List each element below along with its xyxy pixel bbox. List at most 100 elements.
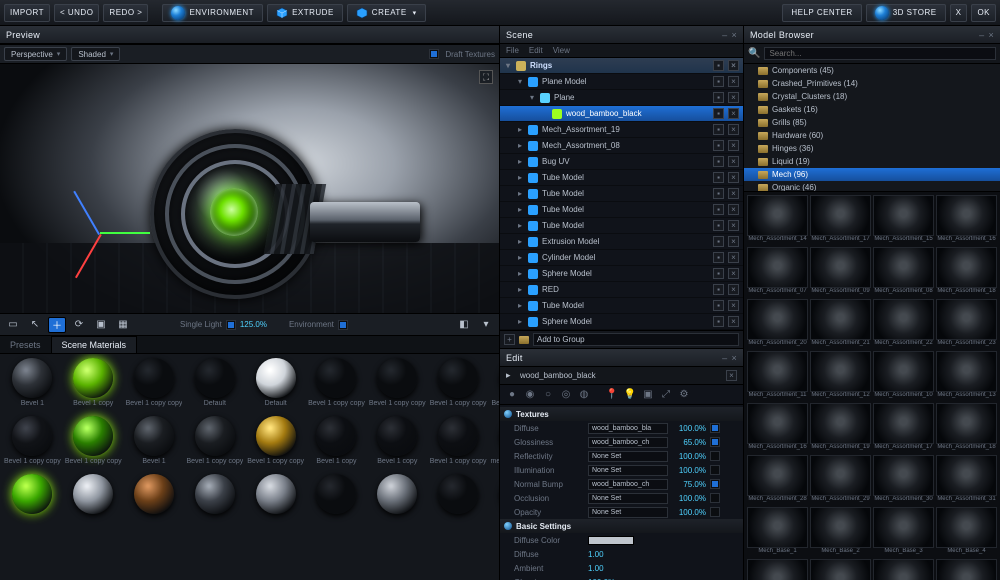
material-swatch[interactable]: Default bbox=[186, 358, 243, 412]
edit-close-icon[interactable]: × bbox=[731, 353, 737, 363]
rotate-tool-icon[interactable]: ⟳ bbox=[70, 317, 88, 333]
model-thumbnail[interactable]: Mech_Assortment_17 bbox=[810, 195, 871, 245]
material-swatch[interactable]: Bevel 1 copy copy bbox=[369, 358, 426, 412]
add-group-input[interactable] bbox=[533, 333, 739, 346]
model-thumbnail[interactable]: Mech_Base_1 bbox=[747, 507, 808, 557]
toggle-icon[interactable]: ▸ bbox=[516, 253, 524, 262]
row-visibility-icon[interactable]: ▪ bbox=[713, 316, 724, 327]
extrude-button[interactable]: EXTRUDE bbox=[267, 4, 343, 22]
material-swatch[interactable]: Bevel 1 copy bbox=[369, 416, 426, 470]
select-tool-icon[interactable]: ▭ bbox=[4, 317, 22, 333]
model-thumbnail[interactable]: Mech_Assortment_09 bbox=[810, 247, 871, 297]
model-thumbnail[interactable]: Mech_Assortment_28 bbox=[747, 455, 808, 505]
single-light-checkbox[interactable] bbox=[226, 320, 236, 330]
section-header[interactable]: Basic Settings bbox=[500, 519, 743, 533]
redo-button[interactable]: REDO > bbox=[103, 4, 148, 22]
model-thumbnail[interactable]: Mech_Assortment_12 bbox=[810, 351, 871, 401]
property-checkbox[interactable] bbox=[710, 479, 720, 489]
color-swatch[interactable] bbox=[588, 536, 634, 545]
row-delete-icon[interactable]: × bbox=[728, 268, 739, 279]
property-checkbox[interactable] bbox=[710, 493, 720, 503]
property-value-field[interactable]: None Set bbox=[588, 507, 668, 518]
row-delete-icon[interactable]: × bbox=[728, 300, 739, 311]
material-swatch[interactable]: Bevel 1 copy copy bbox=[126, 358, 183, 412]
folder-row[interactable]: Gaskets (16) bbox=[744, 103, 1000, 116]
folder-row[interactable]: Hardware (60) bbox=[744, 129, 1000, 142]
property-checkbox[interactable] bbox=[710, 437, 720, 447]
toggle-icon[interactable]: ▸ bbox=[516, 269, 524, 278]
gear-icon[interactable]: ⚙ bbox=[676, 387, 692, 403]
material-swatch[interactable] bbox=[65, 474, 122, 528]
property-percent[interactable]: 75.0% bbox=[672, 480, 706, 489]
menu-edit[interactable]: Edit bbox=[529, 46, 543, 55]
model-thumbnail[interactable]: Mech_Camera_02 bbox=[873, 559, 934, 580]
row-delete-icon[interactable]: × bbox=[728, 204, 739, 215]
scene-node[interactable]: ▸RED▪× bbox=[500, 282, 743, 298]
model-thumbnail[interactable]: Mech_Assortment_18 bbox=[936, 247, 997, 297]
property-checkbox[interactable] bbox=[710, 507, 720, 517]
material-swatch[interactable] bbox=[308, 474, 365, 528]
add-group-icon[interactable]: + bbox=[504, 334, 515, 345]
toggle-icon[interactable]: ▸ bbox=[516, 205, 524, 214]
disc-icon[interactable]: ◍ bbox=[576, 387, 592, 403]
folder-row[interactable]: Liquid (19) bbox=[744, 155, 1000, 168]
material-swatch[interactable] bbox=[247, 474, 304, 528]
property-value[interactable]: 1.00 bbox=[588, 564, 604, 573]
shading-dropdown[interactable]: Shaded bbox=[71, 47, 120, 61]
model-thumbnail[interactable]: Mech_Assortment_07 bbox=[747, 247, 808, 297]
model-thumbnail[interactable]: Mech_Assortment_17 bbox=[873, 403, 934, 453]
folder-row[interactable]: Grills (85) bbox=[744, 116, 1000, 129]
property-percent[interactable]: 100.0% bbox=[672, 424, 706, 433]
light-icon[interactable]: 💡 bbox=[622, 387, 638, 403]
folder-row[interactable]: Components (45) bbox=[744, 64, 1000, 77]
scale-icon[interactable]: ⤢ bbox=[658, 387, 674, 403]
toggle-icon[interactable]: ▸ bbox=[516, 189, 524, 198]
viewport-settings-icon[interactable]: ◧ bbox=[455, 317, 473, 333]
row-visibility-icon[interactable]: ▪ bbox=[713, 124, 724, 135]
property-percent[interactable]: 100.0% bbox=[672, 494, 706, 503]
tab-scene-materials[interactable]: Scene Materials bbox=[51, 336, 138, 353]
scene-node[interactable]: ▸Tube Model▪× bbox=[500, 202, 743, 218]
row-delete-icon[interactable]: × bbox=[728, 316, 739, 327]
property-checkbox[interactable] bbox=[710, 451, 720, 461]
ring-icon[interactable]: ◎ bbox=[558, 387, 574, 403]
property-percent[interactable]: 65.0% bbox=[672, 438, 706, 447]
darker-sphere-icon[interactable]: ◉ bbox=[522, 387, 538, 403]
material-swatch[interactable] bbox=[491, 474, 500, 528]
store-button[interactable]: 3D STORE bbox=[866, 4, 946, 22]
menu-view[interactable]: View bbox=[553, 46, 570, 55]
row-delete-icon[interactable]: × bbox=[728, 220, 739, 231]
toggle-icon[interactable]: ▾ bbox=[528, 93, 536, 102]
row-delete-icon[interactable]: × bbox=[728, 188, 739, 199]
model-thumbnail[interactable]: Mech_Assortment_30 bbox=[873, 455, 934, 505]
pin-icon[interactable]: 📍 bbox=[604, 387, 620, 403]
scene-node[interactable]: wood_bamboo_black▪× bbox=[500, 106, 743, 122]
model-thumbnail[interactable]: Mech_Base_3 bbox=[873, 507, 934, 557]
sphere-icon[interactable]: ● bbox=[504, 387, 520, 403]
row-visibility-icon[interactable]: ▪ bbox=[713, 156, 724, 167]
toggle-icon[interactable]: ▸ bbox=[516, 237, 524, 246]
row-visibility-icon[interactable]: ▪ bbox=[713, 236, 724, 247]
property-percent[interactable]: 100.0% bbox=[672, 508, 706, 517]
row-delete-icon[interactable]: × bbox=[728, 92, 739, 103]
material-swatch[interactable]: Bevel 1 copy bbox=[308, 416, 365, 470]
property-value[interactable]: 1.00 bbox=[588, 550, 604, 559]
scene-close-icon[interactable]: × bbox=[731, 30, 737, 40]
material-swatch[interactable]: Bevel 1 copy copy bbox=[4, 416, 61, 470]
toggle-icon[interactable]: ▸ bbox=[516, 221, 524, 230]
row-delete-icon[interactable]: × bbox=[728, 108, 739, 119]
scene-node[interactable]: ▾Plane Model▪× bbox=[500, 74, 743, 90]
property-value-field[interactable]: None Set bbox=[588, 493, 668, 504]
row-visibility-icon[interactable]: ▪ bbox=[713, 108, 724, 119]
folder-row[interactable]: Mech (96) bbox=[744, 168, 1000, 181]
add-tool-icon[interactable]: ＋ bbox=[48, 317, 66, 333]
row-visibility-icon[interactable]: ▪ bbox=[713, 268, 724, 279]
material-swatch[interactable]: Bevel 1 copy copy bbox=[247, 416, 304, 470]
model-thumbnail[interactable]: Mech_Assortment_29 bbox=[810, 455, 871, 505]
material-swatch[interactable] bbox=[126, 474, 183, 528]
material-swatch[interactable]: Bevel 1 copy copy bbox=[430, 416, 487, 470]
material-swatch[interactable] bbox=[430, 474, 487, 528]
material-swatch[interactable]: Bevel 1 copy copy bbox=[308, 358, 365, 412]
material-swatch[interactable]: Bevel 1 bbox=[4, 358, 61, 412]
model-thumbnail[interactable]: Mech_Assortment_22 bbox=[873, 299, 934, 349]
